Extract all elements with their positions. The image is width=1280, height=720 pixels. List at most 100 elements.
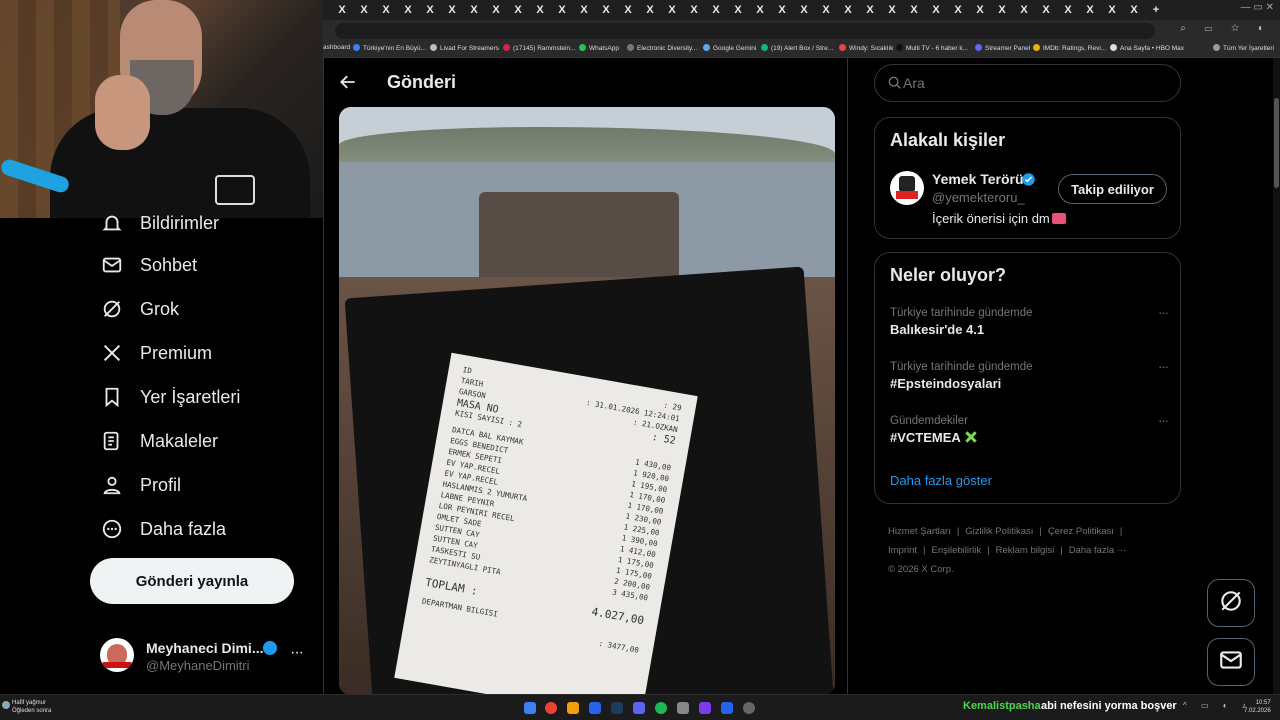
related-user-name[interactable]: Yemek Terörü xyxy=(932,171,1024,187)
new-tab-button[interactable]: + xyxy=(1145,2,1167,18)
footer-link[interactable]: Imprint xyxy=(888,545,917,556)
system-tray[interactable]: ^ ▭ ◐ ♪ xyxy=(1183,701,1252,710)
steam-icon[interactable] xyxy=(611,702,623,714)
browser-tab[interactable]: X xyxy=(595,2,617,18)
browser-tab[interactable]: X xyxy=(815,2,837,18)
browser-tab[interactable]: X xyxy=(925,2,947,18)
grok-floating-button[interactable] xyxy=(1207,579,1255,627)
window-controls[interactable]: — ▭ ✕ xyxy=(1241,2,1274,13)
browser-tab[interactable]: X xyxy=(507,2,529,18)
post-photo[interactable]: ID: 29 TARIH: 31.01.2026 12:24:01 GARSON… xyxy=(339,107,835,695)
browser-tab[interactable]: X xyxy=(683,2,705,18)
footer-link[interactable]: Gizlilik Politikası xyxy=(965,526,1033,537)
page-scrollbar[interactable] xyxy=(1273,58,1280,694)
browser-tab[interactable]: X xyxy=(661,2,683,18)
browser-tab[interactable]: X xyxy=(727,2,749,18)
bookmark-item[interactable]: Windy: Sıcaklık xyxy=(839,44,893,52)
following-button[interactable]: Takip ediliyor xyxy=(1058,174,1167,204)
bookmark-item[interactable]: Türkiye'nin En Büyü... xyxy=(353,44,426,52)
nav-item-articles[interactable]: Makaleler xyxy=(100,426,218,456)
weather-widget[interactable]: Hafif yağmur Öğleden sonra xyxy=(2,699,51,715)
browser-tab[interactable]: X xyxy=(331,2,353,18)
app-icon[interactable] xyxy=(589,702,601,714)
post-button[interactable]: Gönderi yayınla xyxy=(90,558,294,604)
browser-tab[interactable]: X xyxy=(1035,2,1057,18)
account-switcher[interactable]: Meyhaneci Dimi... @MeyhaneDimitri ··· xyxy=(100,636,310,676)
browser-tab[interactable]: X xyxy=(639,2,661,18)
browser-tab[interactable]: X xyxy=(859,2,881,18)
nav-item-chat[interactable]: Sohbet xyxy=(100,250,197,280)
browser-tab[interactable]: X xyxy=(749,2,771,18)
browser-tab[interactable]: X xyxy=(529,2,551,18)
browser-tab[interactable]: X xyxy=(573,2,595,18)
folder-icon[interactable] xyxy=(567,702,579,714)
browser-tab[interactable]: X xyxy=(1079,2,1101,18)
messages-floating-button[interactable] xyxy=(1207,638,1255,686)
browser-tab[interactable]: X xyxy=(1123,2,1145,18)
spotify-icon[interactable] xyxy=(655,702,667,714)
footer-link[interactable]: Daha fazla ··· xyxy=(1069,545,1127,556)
browser-tab[interactable]: X xyxy=(771,2,793,18)
browser-tab[interactable]: X xyxy=(793,2,815,18)
browser-tab[interactable]: X xyxy=(1057,2,1079,18)
url-field[interactable] xyxy=(335,23,1155,39)
app-icon[interactable] xyxy=(721,702,733,714)
avatar[interactable] xyxy=(890,171,924,205)
trend-more-icon[interactable]: ··· xyxy=(1158,413,1169,428)
bookmark-item[interactable]: Streamer Panel xyxy=(975,44,1030,52)
bookmark-item[interactable]: Ana Sayfa • HBO Max xyxy=(1110,44,1184,52)
footer-link[interactable]: Hizmet Şartları xyxy=(888,526,951,537)
more-options-icon[interactable]: ··· xyxy=(290,644,304,662)
chrome-icon[interactable] xyxy=(545,702,557,714)
footer-link[interactable]: Erişilebilirlik xyxy=(932,545,982,556)
browser-tab[interactable]: X xyxy=(353,2,375,18)
browser-tab[interactable]: X xyxy=(375,2,397,18)
browser-actions[interactable]: ⌕ ▭ ☆ ◐ xyxy=(1180,23,1272,34)
discord-icon[interactable] xyxy=(633,702,645,714)
nav-item-profile[interactable]: Profil xyxy=(100,470,181,500)
browser-tab[interactable]: X xyxy=(551,2,573,18)
nav-item-more[interactable]: Daha fazla xyxy=(100,514,226,544)
trend-item[interactable]: Türkiye tarihinde gündemde Balıkesir'de … xyxy=(890,305,1169,343)
bookmark-item[interactable]: Multi TV - 6 haber k... xyxy=(896,44,968,52)
browser-tab[interactable]: X xyxy=(881,2,903,18)
trend-item[interactable]: Türkiye tarihinde gündemde #Epsteindosya… xyxy=(890,359,1169,397)
bookmark-item[interactable]: Livad For Streamers xyxy=(430,44,499,52)
browser-tab[interactable]: X xyxy=(1101,2,1123,18)
obs-icon[interactable] xyxy=(743,702,755,714)
nav-item-premium[interactable]: Premium xyxy=(100,338,212,368)
show-more-link[interactable]: Daha fazla göster xyxy=(890,473,992,488)
browser-tab[interactable]: X xyxy=(617,2,639,18)
bookmark-item[interactable]: (17145) Rammstein... xyxy=(503,44,576,52)
bookmark-item[interactable]: (19) Alert Box / Stre... xyxy=(761,44,833,52)
browser-tab[interactable]: X xyxy=(463,2,485,18)
nav-item-notifications[interactable]: Bildirimler xyxy=(100,208,219,238)
browser-tab[interactable]: X xyxy=(705,2,727,18)
browser-tab[interactable]: X xyxy=(991,2,1013,18)
bookmark-item[interactable]: Google Gemini xyxy=(703,44,756,52)
trend-more-icon[interactable]: ··· xyxy=(1158,359,1169,374)
system-clock[interactable]: 10:57 7.02.2026 xyxy=(1244,699,1271,715)
search-input[interactable] xyxy=(903,73,1163,93)
footer-link[interactable]: Çerez Politikası xyxy=(1048,526,1114,537)
browser-tab[interactable]: X xyxy=(837,2,859,18)
bookmark-item[interactable]: IMDb: Ratings, Revi... xyxy=(1033,44,1106,52)
start-icon[interactable] xyxy=(524,702,536,714)
bookmark-item[interactable]: Tüm Yer İşaretleri xyxy=(1213,44,1274,52)
browser-tab[interactable]: X xyxy=(903,2,925,18)
browser-tab[interactable]: X xyxy=(419,2,441,18)
trend-more-icon[interactable]: ··· xyxy=(1158,305,1169,320)
nav-item-grok[interactable]: Grok xyxy=(100,294,179,324)
browser-tab[interactable]: X xyxy=(969,2,991,18)
browser-tab[interactable]: X xyxy=(1013,2,1035,18)
app-icon[interactable] xyxy=(699,702,711,714)
trend-item[interactable]: Gündemdekiler #VCTEMEA ··· xyxy=(890,413,1169,451)
bookmark-item[interactable]: Electronic Diversity... xyxy=(627,44,697,52)
back-arrow-icon[interactable] xyxy=(338,72,358,92)
bookmark-item[interactable]: ashboard xyxy=(323,44,350,51)
browser-tab[interactable]: X xyxy=(947,2,969,18)
app-icon[interactable] xyxy=(677,702,689,714)
bookmark-item[interactable]: WhatsApp xyxy=(579,44,619,52)
footer-link[interactable]: Reklam bilgisi xyxy=(996,545,1055,556)
browser-tab[interactable]: X xyxy=(485,2,507,18)
